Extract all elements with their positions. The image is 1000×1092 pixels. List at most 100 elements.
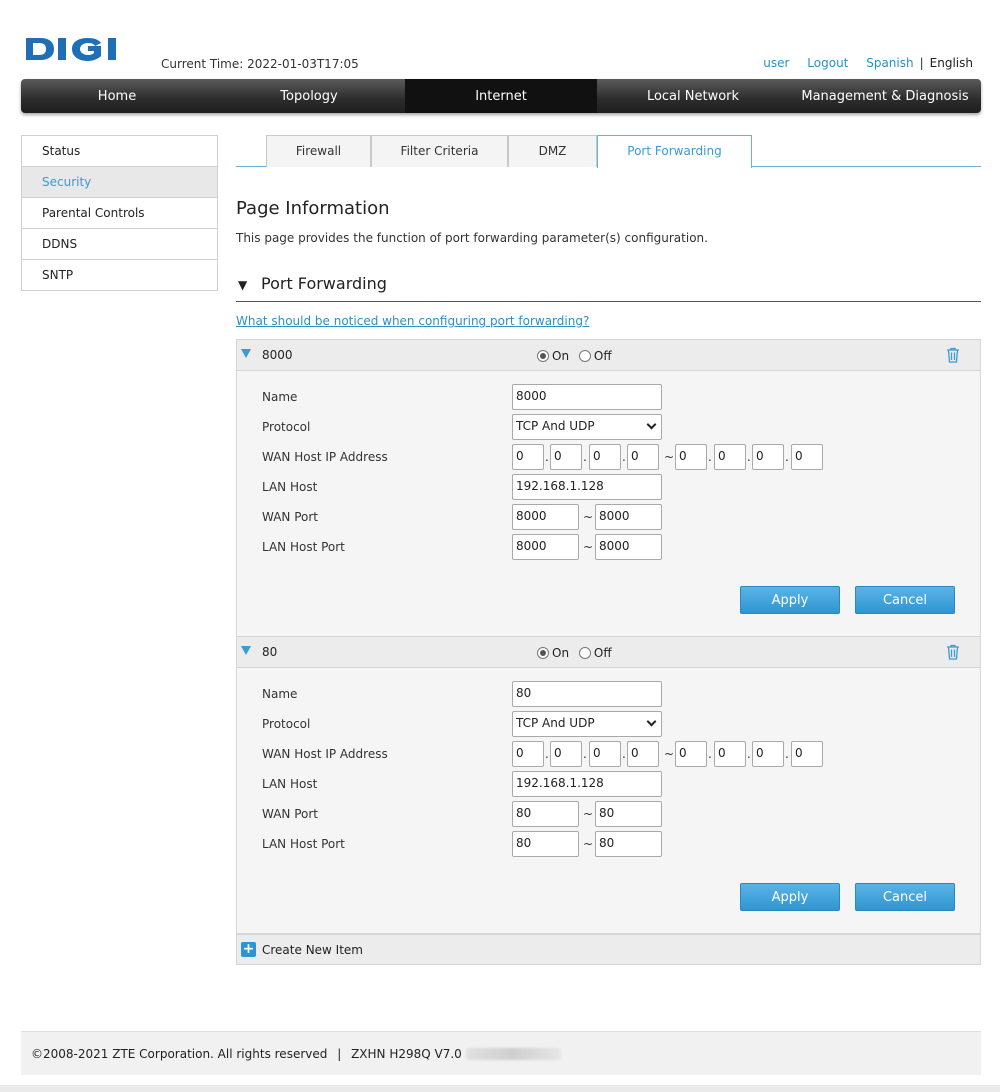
radio-off[interactable] (578, 350, 591, 362)
wan-ip-end-octet-1[interactable]: 0 (675, 741, 707, 767)
create-new-item-label[interactable]: Create New Item (262, 943, 363, 957)
sidebar-item-sntp[interactable]: SNTP (22, 260, 217, 291)
apply-button[interactable]: Apply (740, 883, 840, 911)
digi-logo (24, 36, 132, 64)
apply-button[interactable]: Apply (740, 586, 840, 614)
lan-port-start-input[interactable]: 8000 (512, 534, 579, 560)
ip-dot: . (708, 747, 712, 761)
main-nav: Home Topology Internet Local Network Man… (21, 79, 981, 113)
rule-enable-toggle: On Off (537, 646, 618, 660)
section-title: Port Forwarding (261, 274, 387, 293)
wan-port-start-input[interactable]: 8000 (512, 504, 579, 530)
wan-ip-end-octet-4[interactable]: 0 (791, 444, 823, 470)
wan-ip-end-octet-1[interactable]: 0 (675, 444, 707, 470)
trash-icon[interactable] (946, 644, 960, 660)
rule-block: 80 On Off Name 80 Protocol TCP And UDP W… (236, 636, 981, 934)
wan-port-label: WAN Port (262, 510, 318, 524)
plus-icon[interactable]: + (241, 942, 256, 957)
wan-ip-start-octet-4[interactable]: 0 (627, 444, 659, 470)
footer-separator: | (337, 1047, 342, 1061)
collapse-triangle-icon[interactable]: ▼ (238, 278, 247, 292)
wan-ip-start-octet-1[interactable]: 0 (512, 741, 544, 767)
lan-host-input[interactable]: 192.168.1.128 (512, 771, 662, 797)
wan-ip-end-octet-3[interactable]: 0 (752, 444, 784, 470)
tab-port-forwarding[interactable]: Port Forwarding (597, 135, 752, 168)
sub-tabs: Firewall Filter Criteria DMZ Port Forwar… (236, 135, 981, 168)
footer: ©2008-2021 ZTE Corporation. All rights r… (21, 1031, 981, 1075)
wan-port-end-input[interactable]: 8000 (595, 504, 662, 530)
sidebar-item-security[interactable]: Security (22, 167, 217, 198)
logout-link[interactable]: Logout (807, 56, 848, 70)
nav-topology[interactable]: Topology (213, 79, 405, 113)
lang-english[interactable]: English (930, 56, 973, 70)
help-link[interactable]: What should be noticed when configuring … (236, 314, 589, 328)
user-link[interactable]: user (763, 56, 789, 70)
ip-dot: . (583, 450, 587, 464)
trash-icon[interactable] (946, 347, 960, 363)
redacted-serial (465, 1048, 561, 1060)
ip-dot: . (747, 450, 751, 464)
protocol-select[interactable]: TCP And UDP (512, 711, 662, 737)
nav-local-network[interactable]: Local Network (597, 79, 789, 113)
lan-port-end-input[interactable]: 8000 (595, 534, 662, 560)
sidebar-item-ddns[interactable]: DDNS (22, 229, 217, 260)
protocol-select[interactable]: TCP And UDP (512, 414, 662, 440)
protocol-label: Protocol (262, 717, 311, 731)
lan-host-label: LAN Host (262, 777, 318, 791)
wan-ip-end-octet-2[interactable]: 0 (714, 741, 746, 767)
current-time: Current Time: 2022-01-03T17:05 (161, 57, 359, 71)
rule-title: 8000 (262, 348, 293, 362)
range-tilde: ~ (583, 837, 594, 851)
wan-ip-end-octet-4[interactable]: 0 (791, 741, 823, 767)
rule-header[interactable]: 80 On Off (237, 637, 980, 668)
wan-host-ip-label: WAN Host IP Address (262, 747, 388, 761)
radio-off[interactable] (578, 647, 591, 659)
wan-ip-start-octet-3[interactable]: 0 (589, 741, 621, 767)
ip-dot: . (622, 450, 626, 464)
lan-port-end-input[interactable]: 80 (595, 831, 662, 857)
ip-dot: . (545, 450, 549, 464)
caret-down-icon[interactable] (241, 646, 251, 655)
name-label: Name (262, 687, 298, 701)
range-tilde: ~ (583, 510, 594, 524)
section-header[interactable]: ▼ Port Forwarding (236, 272, 981, 302)
radio-on[interactable] (537, 350, 549, 362)
create-new-item-row[interactable]: + Create New Item (236, 934, 981, 965)
lan-host-input[interactable]: 192.168.1.128 (512, 474, 662, 500)
tab-filter-criteria[interactable]: Filter Criteria (371, 135, 508, 167)
nav-internet[interactable]: Internet (405, 79, 597, 113)
wan-ip-start-octet-1[interactable]: 0 (512, 444, 544, 470)
sidebar-item-status[interactable]: Status (22, 136, 217, 167)
tab-dmz[interactable]: DMZ (508, 135, 597, 167)
wan-ip-start-octet-4[interactable]: 0 (627, 741, 659, 767)
bottom-bar (0, 1085, 1000, 1092)
caret-down-icon[interactable] (241, 349, 251, 358)
cancel-button[interactable]: Cancel (855, 586, 955, 614)
lang-spanish-link[interactable]: Spanish (866, 56, 913, 70)
wan-ip-start-octet-2[interactable]: 0 (550, 741, 582, 767)
sidebar-item-parental-controls[interactable]: Parental Controls (22, 198, 217, 229)
cancel-button[interactable]: Cancel (855, 883, 955, 911)
lan-port-start-input[interactable]: 80 (512, 831, 579, 857)
radio-on[interactable] (537, 647, 549, 659)
lan-host-label: LAN Host (262, 480, 318, 494)
chevron-down-icon (646, 419, 657, 430)
nav-home[interactable]: Home (21, 79, 213, 113)
lan-host-port-label: LAN Host Port (262, 837, 345, 851)
wan-port-end-input[interactable]: 80 (595, 801, 662, 827)
ip-dot: . (747, 747, 751, 761)
chevron-down-icon (646, 716, 657, 727)
wan-ip-end-octet-3[interactable]: 0 (752, 741, 784, 767)
ip-dot: . (708, 450, 712, 464)
wan-port-start-input[interactable]: 80 (512, 801, 579, 827)
name-input[interactable]: 8000 (512, 384, 662, 410)
wan-ip-end-octet-2[interactable]: 0 (714, 444, 746, 470)
lang-separator: | (919, 56, 924, 70)
wan-ip-start-octet-3[interactable]: 0 (589, 444, 621, 470)
wan-ip-start-octet-2[interactable]: 0 (550, 444, 582, 470)
radio-off-label: Off (593, 646, 612, 660)
rule-header[interactable]: 8000 On Off (237, 340, 980, 371)
tab-firewall[interactable]: Firewall (266, 135, 371, 167)
name-input[interactable]: 80 (512, 681, 662, 707)
nav-management-diagnosis[interactable]: Management & Diagnosis (789, 79, 981, 113)
